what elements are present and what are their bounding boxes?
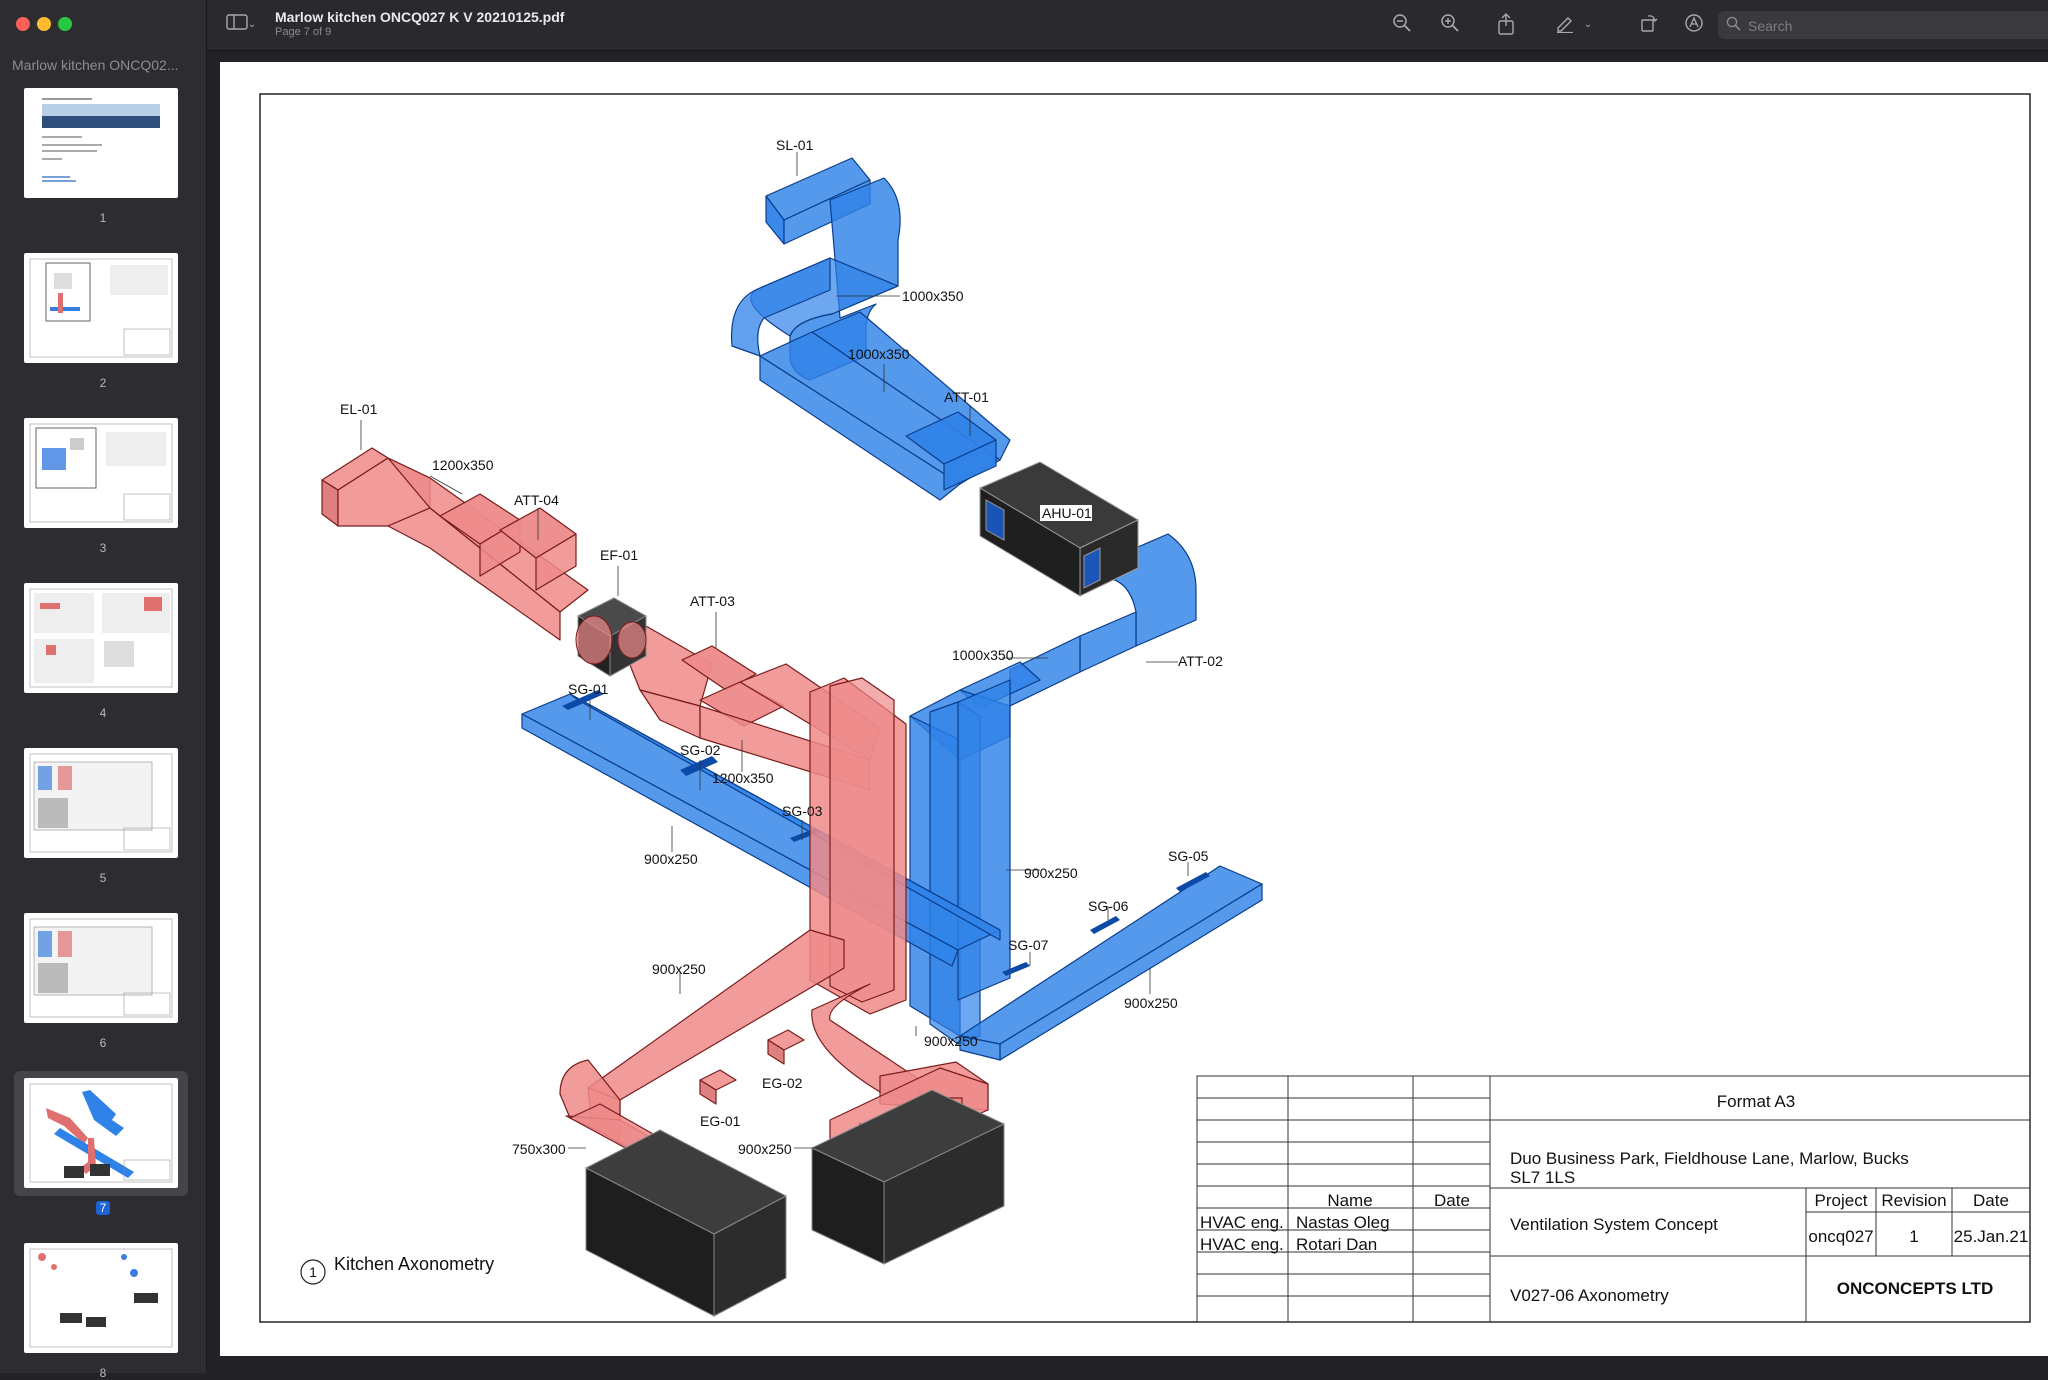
- page-number-3: 3: [99, 541, 107, 555]
- label-duct-900x250-c: 900x250: [1124, 995, 1178, 1011]
- label-sg01: SG-01: [568, 681, 609, 697]
- drawing-name: V027-06 Axonometry: [1510, 1286, 1669, 1305]
- label-eg01: EG-01: [700, 1113, 741, 1129]
- page-number-5: 5: [99, 871, 107, 885]
- zoom-out-icon[interactable]: [1390, 13, 1414, 37]
- date-label: Date: [1973, 1191, 2009, 1210]
- label-duct-900x250-a: 900x250: [644, 851, 698, 867]
- pdf-page: SL-01 1000x350 1000x350 ATT-01 AHU-01 10…: [220, 62, 2048, 1356]
- page-number-2: 2: [99, 376, 107, 390]
- project-value: oncq027: [1808, 1227, 1873, 1246]
- page-thumbnail-8[interactable]: [24, 1243, 178, 1353]
- label-duct-1000x350-a: 1000x350: [902, 288, 964, 304]
- view-title-text: Kitchen Axonometry: [334, 1254, 494, 1274]
- project-title: Ventilation System Concept: [1510, 1215, 1718, 1234]
- page-number-7: 7: [0, 1201, 206, 1215]
- address-line-1: Duo Business Park, Fieldhouse Lane, Marl…: [1510, 1149, 1909, 1168]
- name-1: Nastas Oleg: [1296, 1213, 1390, 1232]
- document-title: Marlow kitchen ONCQ027 K V 20210125.pdf: [275, 9, 565, 25]
- page-thumbnail-1[interactable]: [24, 88, 178, 198]
- zoom-window-button[interactable]: [58, 17, 72, 31]
- name-2: Rotari Dan: [1296, 1235, 1377, 1254]
- axonometry-drawing: SL-01 1000x350 1000x350 ATT-01 AHU-01 10…: [259, 93, 2031, 1323]
- annotate-icon[interactable]: [1682, 13, 1706, 37]
- rotate-icon[interactable]: [1637, 13, 1661, 37]
- label-att04: ATT-04: [514, 492, 559, 508]
- page-indicator: Page 7 of 9: [275, 26, 332, 38]
- page-thumbnail-2[interactable]: [24, 253, 178, 363]
- label-duct-1000x350-c: 1000x350: [952, 647, 1014, 663]
- label-sl01: SL-01: [776, 137, 814, 153]
- label-el01: EL-01: [340, 401, 378, 417]
- toolbar: ⌄ Marlow kitchen ONCQ027 K V 20210125.pd…: [207, 0, 2048, 51]
- markup-pen-icon[interactable]: [1553, 13, 1577, 37]
- date-value: 25.Jan.21: [1954, 1227, 2029, 1246]
- page-number-4: 4: [99, 706, 107, 720]
- label-eg02: EG-02: [762, 1075, 803, 1091]
- label-duct-1200x350-b: 1200x350: [712, 770, 774, 786]
- label-sg05: SG-05: [1168, 848, 1209, 864]
- project-label: Project: [1815, 1191, 1868, 1210]
- page-thumbnail-6[interactable]: [24, 913, 178, 1023]
- label-duct-900x250-f: 900x250: [738, 1141, 792, 1157]
- label-sg06: SG-06: [1088, 898, 1129, 914]
- role-2: HVAC eng.: [1200, 1235, 1284, 1254]
- share-icon[interactable]: [1494, 13, 1518, 37]
- search-icon: [1726, 16, 1741, 34]
- page-number-6: 6: [99, 1036, 107, 1050]
- col-name-header: Name: [1327, 1191, 1372, 1210]
- sidebar-document-title: Marlow kitchen ONCQ02...: [12, 57, 179, 73]
- label-att03: ATT-03: [690, 593, 735, 609]
- markup-chevron-down-icon[interactable]: ⌄: [1581, 13, 1595, 37]
- minimize-window-button[interactable]: [37, 17, 51, 31]
- label-sg02: SG-02: [680, 742, 721, 758]
- search-field[interactable]: [1718, 11, 2048, 39]
- zoom-in-icon[interactable]: [1438, 13, 1462, 37]
- page-thumbnail-5[interactable]: [24, 748, 178, 858]
- revision-label: Revision: [1881, 1191, 1946, 1210]
- format-label: Format A3: [1717, 1092, 1795, 1111]
- label-sg07: SG-07: [1008, 937, 1049, 953]
- label-sg03: SG-03: [782, 803, 823, 819]
- label-att01: ATT-01: [944, 389, 989, 405]
- kitchen-hoods: [584, 1089, 1006, 1317]
- label-duct-900x250-b: 900x250: [1024, 865, 1078, 881]
- close-window-button[interactable]: [16, 17, 30, 31]
- label-duct-900x250-d: 900x250: [652, 961, 706, 977]
- title-block-text: Format A3 Duo Business Park, Fieldhouse …: [1200, 1092, 2028, 1305]
- role-1: HVAC eng.: [1200, 1213, 1284, 1232]
- label-duct-750x300: 750x300: [512, 1141, 566, 1157]
- label-ef01: EF-01: [600, 547, 638, 563]
- page-number-1: 1: [99, 211, 107, 225]
- label-duct-1200x350-a: 1200x350: [432, 457, 494, 473]
- chevron-down-icon[interactable]: ⌄: [245, 13, 259, 37]
- company-name: ONCONCEPTS LTD: [1837, 1279, 1993, 1298]
- air-handling-unit: [978, 461, 1140, 597]
- view-number: 1: [309, 1264, 317, 1280]
- drawing-border: [259, 93, 2031, 1323]
- label-att02: ATT-02: [1178, 653, 1223, 669]
- revision-value: 1: [1909, 1227, 1918, 1246]
- label-ahu01: AHU-01: [1042, 505, 1092, 521]
- view-title: 1 Kitchen Axonometry: [300, 1254, 494, 1285]
- search-input[interactable]: [1746, 15, 2048, 37]
- thumbnail-sidebar: Marlow kitchen ONCQ02... 1 2 3 4 5 6 7 8: [0, 0, 207, 1380]
- col-date-header: Date: [1434, 1191, 1470, 1210]
- page-number-8: 8: [99, 1366, 107, 1380]
- label-duct-1000x350-b: 1000x350: [848, 346, 910, 362]
- page-thumbnail-7[interactable]: [24, 1078, 178, 1188]
- page-thumbnail-4[interactable]: [24, 583, 178, 693]
- page-thumbnail-3[interactable]: [24, 418, 178, 528]
- address-line-2: SL7 1LS: [1510, 1168, 1575, 1187]
- label-duct-900x250-e: 900x250: [924, 1033, 978, 1049]
